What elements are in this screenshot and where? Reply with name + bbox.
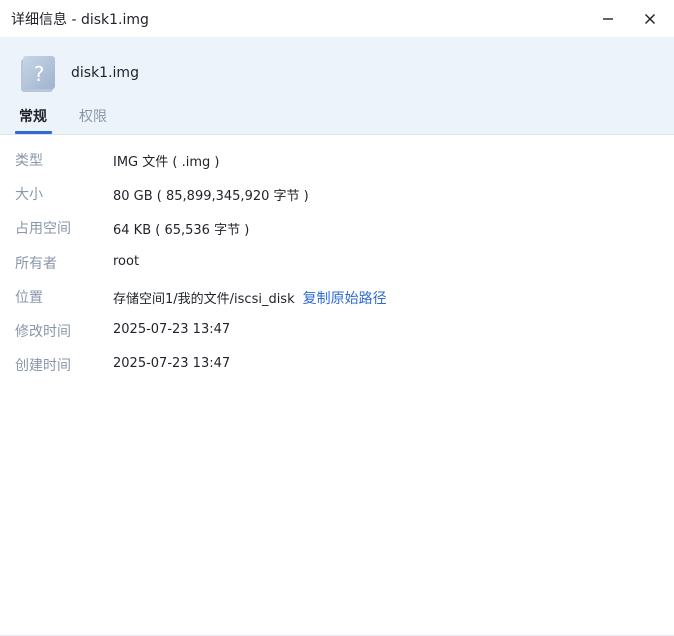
title-bar: 详细信息 - disk1.img: [0, 0, 674, 37]
detail-row-used: 占用空间 64 KB ( 65,536 字节 ): [0, 203, 674, 239]
details-dialog: 详细信息 - disk1.img ? disk1.img 常规 权限 类型 IM…: [0, 0, 674, 636]
detail-row-size: 大小 80 GB ( 85,899,345,920 字节 ): [0, 169, 674, 205]
detail-row-owner: 所有者 root: [0, 238, 674, 272]
detail-row-created: 创建时间 2025-07-23 13:47: [0, 340, 674, 374]
tab-bar: 常规 权限: [0, 106, 674, 134]
unknown-file-icon: ?: [21, 56, 55, 92]
svg-text:?: ?: [34, 62, 45, 86]
tab-permissions[interactable]: 权限: [79, 106, 107, 126]
minimize-icon: [603, 17, 613, 20]
detail-row-modified: 修改时间 2025-07-23 13:47: [0, 306, 674, 340]
location-label: 位置: [15, 289, 43, 306]
detail-row-type: 类型 IMG 文件 ( .img ): [0, 135, 674, 170]
location-value: 存储空间1/我的文件/iscsi_disk: [113, 291, 295, 307]
detail-row-location: 位置 存储空间1/我的文件/iscsi_disk 复制原始路径: [0, 272, 674, 308]
file-header: ? disk1.img 常规 权限: [0, 37, 674, 134]
size-value: 80 GB ( 85,899,345,920 字节 ): [113, 189, 309, 205]
close-button[interactable]: [636, 5, 664, 33]
used-space-value: 64 KB ( 65,536 字节 ): [113, 223, 250, 239]
size-label: 大小: [15, 187, 43, 204]
type-value: IMG 文件 ( .img ): [113, 155, 220, 170]
type-label: 类型: [15, 153, 43, 169]
created-time-label: 创建时间: [15, 358, 71, 375]
location-value-wrap: 存储空间1/我的文件/iscsi_disk 复制原始路径: [113, 288, 387, 308]
close-icon: [645, 13, 655, 24]
tab-general[interactable]: 常规: [19, 106, 47, 126]
copy-original-path-link[interactable]: 复制原始路径: [303, 291, 387, 307]
created-time-value: 2025-07-23 13:47: [113, 356, 231, 372]
owner-value: root: [113, 253, 140, 269]
owner-label: 所有者: [15, 255, 57, 272]
file-name: disk1.img: [71, 65, 139, 81]
dialog-title: 详细信息 - disk1.img: [11, 11, 149, 28]
modified-time-label: 修改时间: [15, 323, 71, 340]
minimize-button[interactable]: [594, 5, 622, 33]
modified-time-value: 2025-07-23 13:47: [113, 321, 231, 337]
details-list: 类型 IMG 文件 ( .img ) 大小 80 GB ( 85,899,345…: [0, 135, 674, 374]
used-space-label: 占用空间: [15, 221, 71, 238]
